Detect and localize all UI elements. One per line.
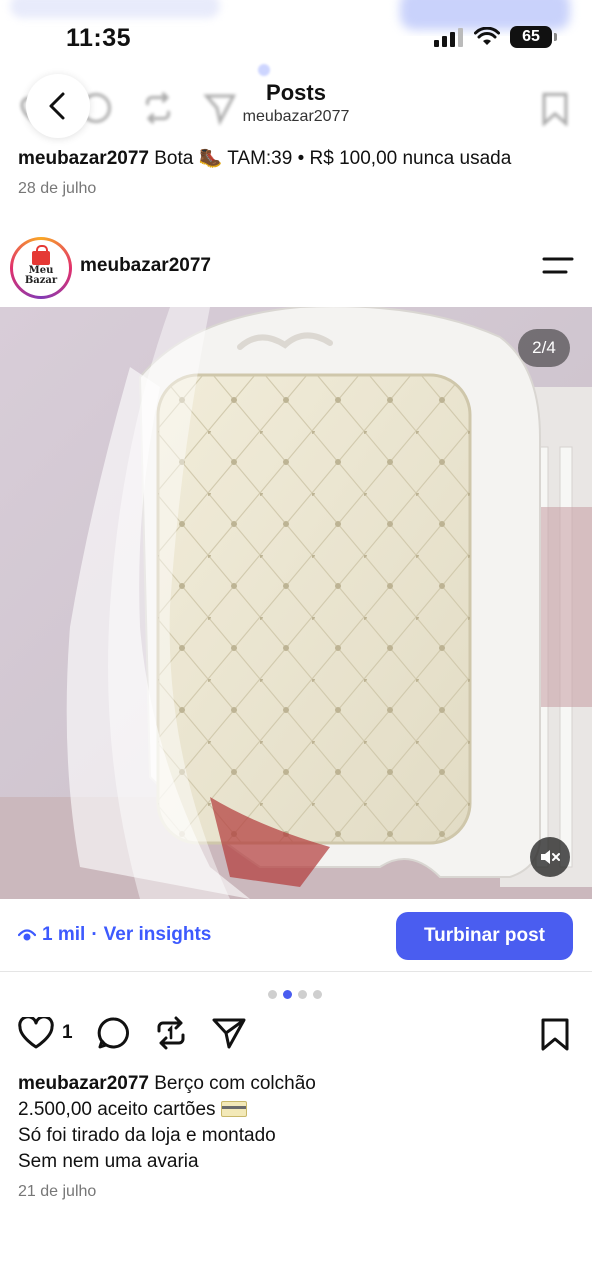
- heart-icon: [18, 1017, 54, 1049]
- signal-icon: [434, 28, 463, 47]
- carousel-dot: [313, 990, 322, 999]
- like-count[interactable]: 1: [62, 1022, 73, 1044]
- blurred-dot: [258, 64, 270, 76]
- post-caption: meubazar2077 Berço com colchão 2.500,00 …: [18, 1071, 578, 1175]
- status-icons: 65: [434, 26, 557, 48]
- avatar-logo-text: Meu Bazar: [24, 265, 58, 286]
- caption-line-2: 2.500,00 aceito cartões: [18, 1099, 216, 1120]
- page-title: Posts: [266, 80, 326, 105]
- like-button[interactable]: 1: [18, 1017, 73, 1049]
- caption-username[interactable]: meubazar2077: [18, 148, 149, 169]
- comment-button[interactable]: [97, 1016, 131, 1050]
- post-date: 21 de julho: [18, 1183, 97, 1200]
- status-time: 11:35: [66, 24, 132, 52]
- image-counter: 2/4: [518, 329, 570, 367]
- mute-icon: [541, 850, 560, 864]
- caption-line-4: Sem nem uma avaria: [18, 1151, 199, 1172]
- carousel-dot: [283, 990, 292, 999]
- share-icon: [212, 1018, 246, 1049]
- previous-post-caption: meubazar2077 Bota 🥾 TAM:39 • R$ 100,00 n…: [18, 146, 578, 172]
- post-username[interactable]: meubazar2077: [80, 255, 211, 277]
- comment-icon: [97, 1017, 129, 1049]
- credit-card-icon: [220, 1101, 247, 1117]
- crib-headboard-image: [0, 307, 592, 899]
- caption-username[interactable]: meubazar2077: [18, 1073, 149, 1094]
- shopping-bag-icon: [32, 244, 50, 265]
- mute-button[interactable]: [530, 837, 570, 877]
- divider: [0, 971, 592, 972]
- carousel-indicator: [268, 990, 322, 999]
- caption-text: Bota 🥾 TAM:39 • R$ 100,00 nunca usada: [154, 148, 512, 169]
- carousel-dot: [268, 990, 277, 999]
- avatar-text-line2: Bazar: [24, 274, 58, 286]
- repost-button[interactable]: [155, 1016, 187, 1050]
- battery-icon: 65: [510, 26, 557, 48]
- caption-line-1: Berço com colchão: [154, 1073, 316, 1094]
- repost-icon: [157, 1016, 185, 1050]
- caption-line-3: Só foi tirado da loja e montado: [18, 1125, 276, 1146]
- post-actions: 1: [18, 1016, 271, 1050]
- eye-icon: [18, 929, 36, 941]
- views-count: 1 mil: [42, 924, 86, 945]
- page-subtitle: meubazar2077: [242, 108, 350, 125]
- post-image[interactable]: 2/4: [0, 307, 592, 899]
- carousel-dot: [298, 990, 307, 999]
- avatar-logo: Meu Bazar: [13, 240, 69, 296]
- share-button[interactable]: [211, 1016, 247, 1050]
- insights-link[interactable]: Ver insights: [104, 924, 212, 946]
- posts-header: Posts meubazar2077: [0, 60, 592, 140]
- insights-row[interactable]: 1 mil · Ver insights: [18, 924, 211, 946]
- blurred-pill: [10, 0, 220, 18]
- wifi-icon: [474, 27, 500, 45]
- bookmark-icon[interactable]: [540, 1018, 570, 1052]
- previous-post-date: 28 de julho: [18, 180, 97, 197]
- avatar[interactable]: Meu Bazar: [10, 237, 72, 299]
- insights-separator: ·: [91, 924, 98, 945]
- menu-icon[interactable]: [542, 256, 574, 276]
- boost-post-button[interactable]: Turbinar post: [396, 912, 573, 960]
